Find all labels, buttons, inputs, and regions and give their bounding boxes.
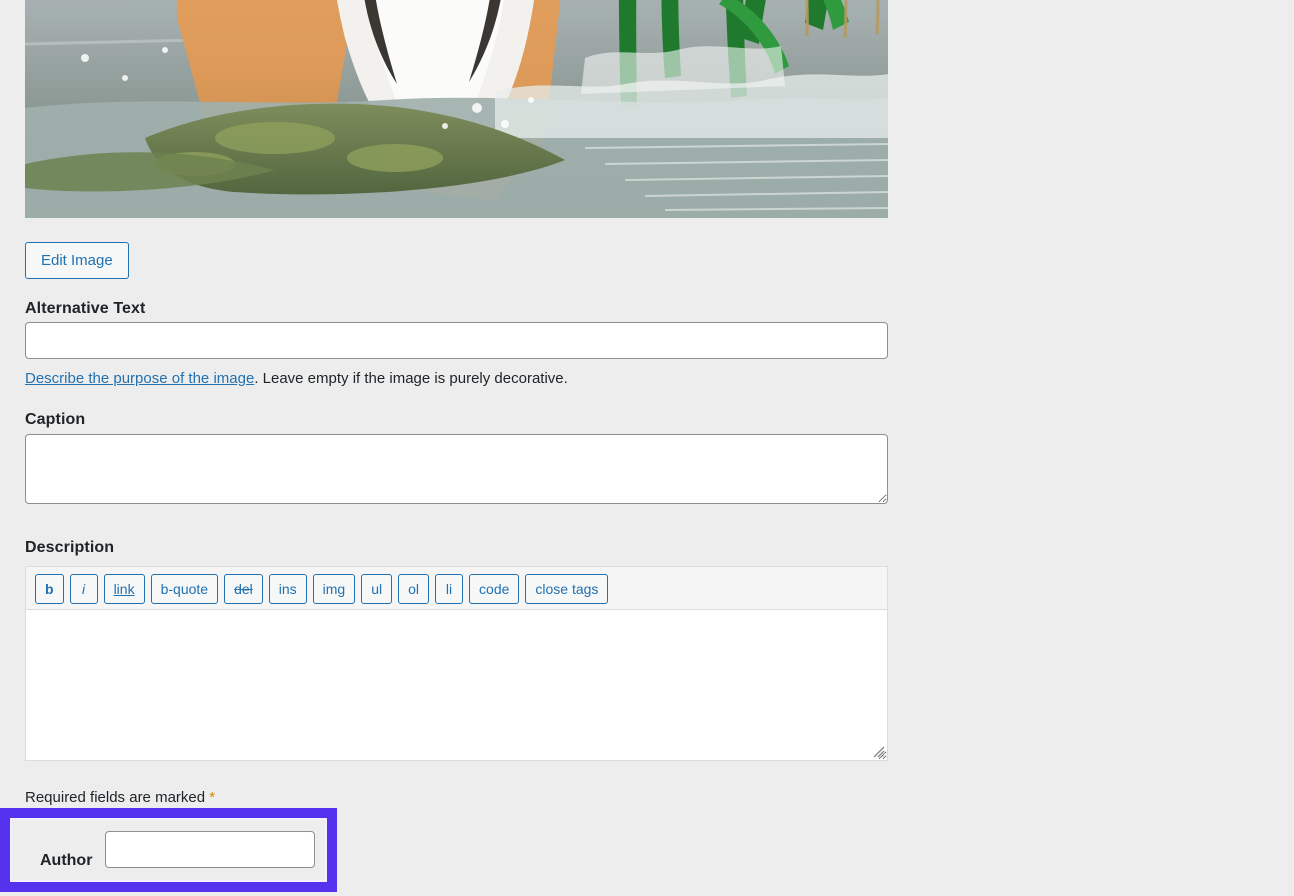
quicktag-i-button[interactable]: i [69,573,98,604]
resize-grip-icon [873,746,885,758]
attachment-details-page: Edit Image Alternative Text Describe the… [0,0,1294,896]
quicktag-ol-button[interactable]: ol [398,573,430,604]
tiger-photo-illustration [25,0,888,218]
caption-textarea[interactable] [25,434,888,504]
quicktag-del-label: del [234,580,253,597]
quicktag-b-button[interactable]: b [35,573,64,604]
quicktag-code-button[interactable]: code [469,573,520,604]
alternative-text-input[interactable] [25,322,888,359]
edit-image-button[interactable]: Edit Image [25,242,129,279]
quicktag-li-button[interactable]: li [435,573,464,604]
author-input[interactable] [105,831,315,868]
quicktag-bquote-button[interactable]: b-quote [150,573,219,604]
quicktag-ins-button[interactable]: ins [268,573,307,604]
caption-label: Caption [25,411,86,428]
required-fields-note: Required fields are marked * [25,789,215,806]
quicktag-del-button[interactable]: del [224,573,263,604]
description-quicktags-toolbar: b i link b-quote del ins img ul ol li co… [25,566,888,610]
required-marker: * [209,789,216,806]
attachment-preview-image [25,0,888,218]
author-label: Author [40,852,93,869]
describe-image-link[interactable]: Describe the purpose of the image [25,370,254,387]
description-editor-area[interactable] [25,609,888,761]
required-fields-text: Required fields are marked [25,789,210,806]
alternative-text-label: Alternative Text [25,300,146,317]
alternative-text-help-rest: . Leave empty if the image is purely dec… [254,370,568,387]
quicktag-close-tags-button[interactable]: close tags [525,573,609,604]
description-label: Description [25,539,115,556]
alternative-text-help: Describe the purpose of the image. Leave… [25,370,568,387]
quicktag-link-label: link [113,580,135,597]
quicktag-ul-button[interactable]: ul [361,573,393,604]
quicktag-link-button[interactable]: link [103,573,145,604]
quicktag-img-button[interactable]: img [312,573,356,604]
